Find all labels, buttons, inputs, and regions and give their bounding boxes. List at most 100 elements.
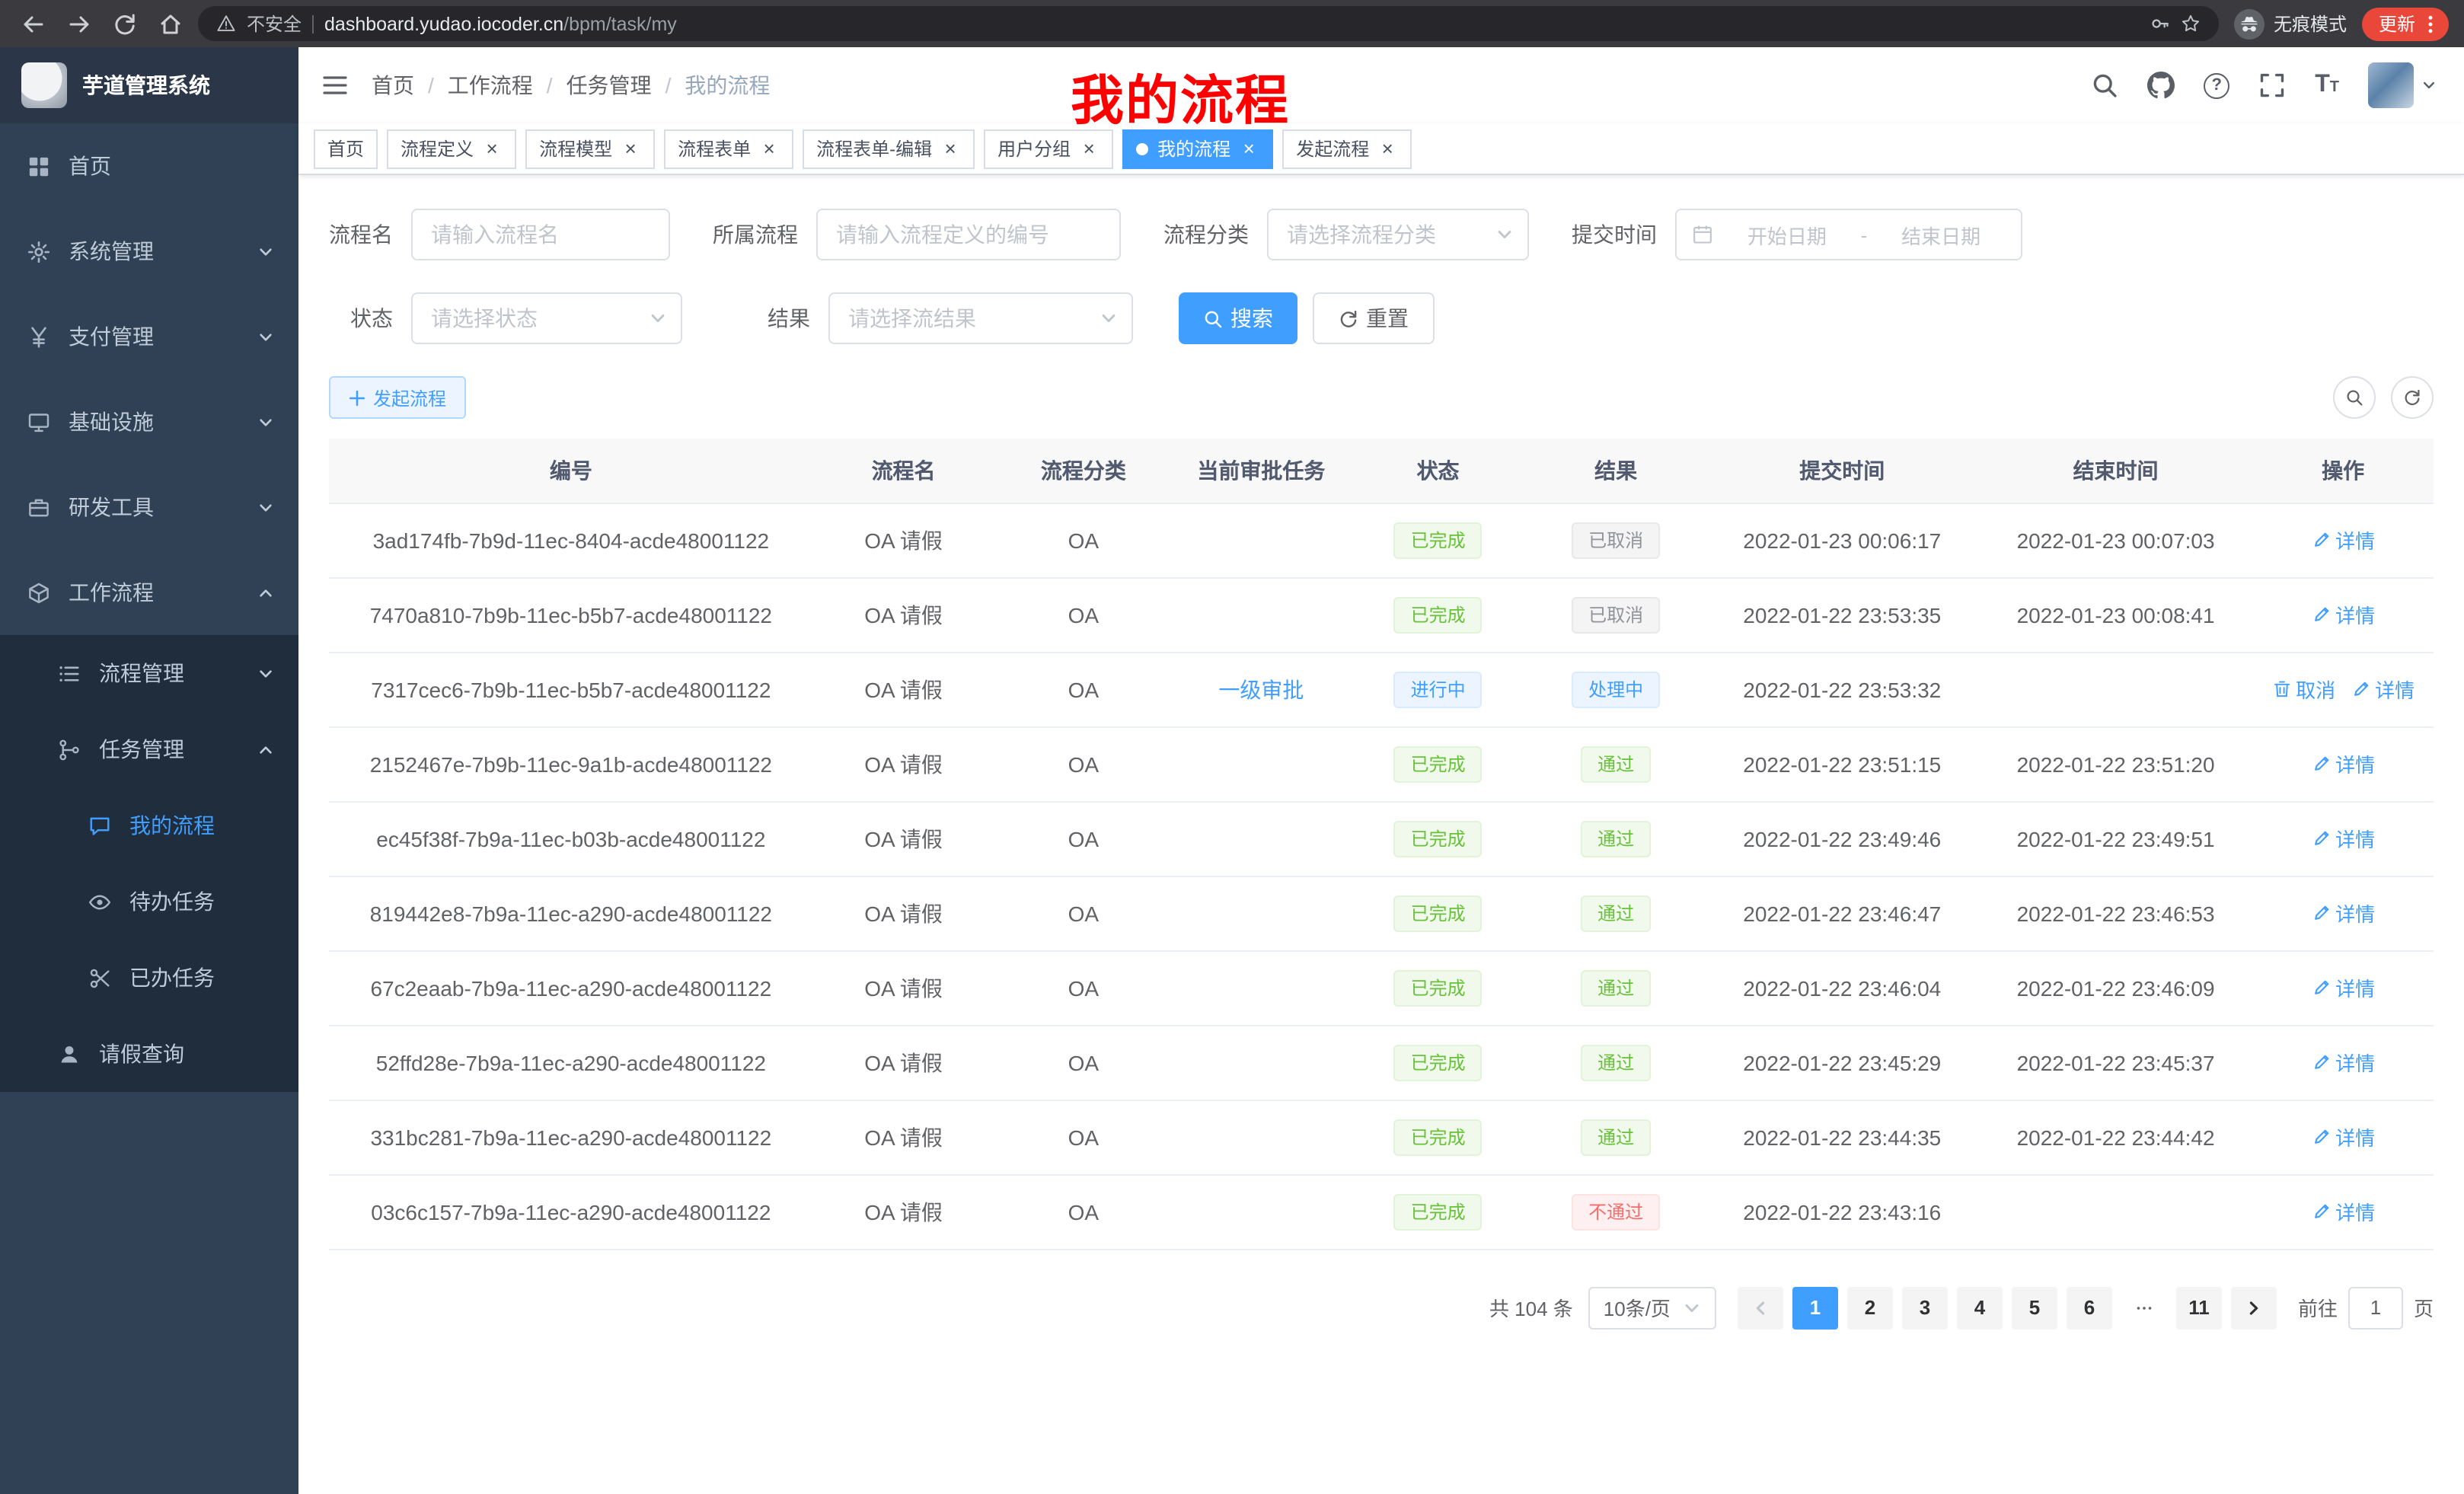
- create-process-button[interactable]: 发起流程: [329, 376, 466, 419]
- search-icon[interactable]: [2091, 72, 2118, 99]
- detail-link[interactable]: 详情: [2311, 600, 2375, 629]
- action-label: 详情: [2335, 824, 2375, 853]
- bookmark-star-icon[interactable]: [2181, 14, 2201, 34]
- hamburger-icon[interactable]: [298, 72, 372, 99]
- page-button[interactable]: 2: [1847, 1286, 1893, 1329]
- sidebar-item[interactable]: 我的流程: [0, 787, 298, 864]
- detail-link[interactable]: 详情: [2311, 749, 2375, 778]
- edit-icon: [2351, 679, 2370, 699]
- cell-category: OA: [994, 1025, 1173, 1100]
- avatar[interactable]: [2368, 62, 2414, 108]
- sidebar-item[interactable]: 基础设施: [0, 379, 298, 464]
- user-menu[interactable]: [2368, 62, 2437, 108]
- sidebar-item[interactable]: 首页: [0, 123, 298, 209]
- search-icon: [1203, 308, 1223, 328]
- github-icon[interactable]: [2147, 72, 2175, 99]
- font-size-icon[interactable]: [2315, 73, 2339, 97]
- view-tab[interactable]: 发起流程×: [1282, 129, 1412, 168]
- page-button[interactable]: 1: [1792, 1286, 1838, 1329]
- column-header: 编号: [329, 439, 813, 503]
- view-tab[interactable]: 首页: [314, 129, 378, 168]
- column-header: 流程名: [813, 439, 994, 503]
- page-button[interactable]: 11: [2176, 1286, 2222, 1329]
- plus-icon: [349, 389, 365, 406]
- detail-link[interactable]: 详情: [2311, 973, 2375, 1002]
- close-icon[interactable]: ×: [1377, 138, 1398, 159]
- cell-submit-time: 2022-01-22 23:53:32: [1706, 652, 1979, 726]
- right-tools: [2333, 376, 2434, 419]
- view-tab[interactable]: 流程模型×: [525, 129, 655, 168]
- reload-icon[interactable]: [107, 5, 143, 42]
- sidebar-item[interactable]: 系统管理: [0, 209, 298, 294]
- update-button[interactable]: 更新: [2362, 7, 2449, 40]
- kebab-menu-icon[interactable]: [2420, 13, 2441, 34]
- next-page-button[interactable]: [2231, 1286, 2277, 1329]
- back-icon[interactable]: [15, 5, 52, 42]
- sidebar-item[interactable]: 请假查询: [0, 1016, 298, 1092]
- sidebar-item[interactable]: 研发工具: [0, 464, 298, 550]
- sidebar-item[interactable]: 工作流程: [0, 550, 298, 635]
- page-button[interactable]: 5: [2012, 1286, 2057, 1329]
- status-tag: 已完成: [1394, 969, 1483, 1006]
- breadcrumb-item[interactable]: 首页: [372, 70, 414, 101]
- close-icon[interactable]: ×: [758, 138, 780, 159]
- breadcrumb-item[interactable]: 工作流程: [448, 70, 533, 101]
- detail-link[interactable]: 详情: [2351, 675, 2415, 704]
- forward-icon[interactable]: [61, 5, 97, 42]
- current-task-link[interactable]: 一级审批: [1218, 677, 1304, 701]
- submit-time-range-picker[interactable]: 开始日期 - 结束日期: [1675, 209, 2022, 260]
- goto-page-input[interactable]: [2348, 1286, 2403, 1329]
- view-tab[interactable]: 流程表单-编辑×: [803, 129, 975, 168]
- detail-link[interactable]: 详情: [2311, 1048, 2375, 1077]
- result-select[interactable]: 请选择流结果: [828, 292, 1133, 344]
- breadcrumb-item[interactable]: 任务管理: [567, 70, 652, 101]
- page-size-select[interactable]: 10条/页: [1588, 1286, 1716, 1329]
- refresh-table-button[interactable]: [2391, 376, 2434, 419]
- status-select[interactable]: 请选择状态: [411, 292, 682, 344]
- page-button[interactable]: 4: [1957, 1286, 2003, 1329]
- close-icon[interactable]: ×: [1078, 138, 1100, 159]
- result-tag: 不通过: [1572, 1193, 1660, 1230]
- close-icon[interactable]: ×: [940, 138, 961, 159]
- page-button[interactable]: 3: [1902, 1286, 1948, 1329]
- page-button[interactable]: 6: [2067, 1286, 2112, 1329]
- process-def-input[interactable]: [816, 209, 1121, 260]
- browser-home-icon[interactable]: [152, 5, 189, 42]
- reset-button[interactable]: 重置: [1313, 292, 1435, 344]
- cell-submit-time: 2022-01-22 23:51:15: [1706, 726, 1979, 801]
- help-icon[interactable]: [2204, 72, 2229, 98]
- category-select[interactable]: 请选择流程分类: [1267, 209, 1529, 260]
- action-label: 详情: [2335, 1122, 2375, 1151]
- app-logo[interactable]: 芋道管理系统: [0, 47, 298, 123]
- search-button[interactable]: 搜索: [1179, 292, 1297, 344]
- cell-current-task: [1173, 577, 1349, 652]
- detail-link[interactable]: 详情: [2311, 525, 2375, 554]
- detail-link[interactable]: 详情: [2311, 1197, 2375, 1226]
- detail-link[interactable]: 详情: [2311, 899, 2375, 927]
- sidebar-item[interactable]: 待办任务: [0, 864, 298, 940]
- sidebar-item[interactable]: 支付管理: [0, 294, 298, 379]
- password-key-icon[interactable]: [2150, 14, 2170, 34]
- filter-status: 状态 请选择状态: [329, 292, 682, 344]
- sidebar-item[interactable]: 已办任务: [0, 940, 298, 1016]
- fullscreen-icon[interactable]: [2258, 72, 2286, 99]
- status-tag: 已完成: [1394, 1044, 1483, 1081]
- process-name-input[interactable]: [411, 209, 670, 260]
- view-tab[interactable]: 流程定义×: [387, 129, 516, 168]
- breadcrumb: 首页/工作流程/任务管理/我的流程: [372, 70, 770, 101]
- detail-link[interactable]: 详情: [2311, 1122, 2375, 1151]
- close-icon[interactable]: ×: [620, 138, 641, 159]
- sidebar-item[interactable]: 流程管理: [0, 635, 298, 711]
- cell-result: 通过: [1527, 1025, 1706, 1100]
- prev-page-button[interactable]: [1738, 1286, 1783, 1329]
- address-bar[interactable]: 不安全 dashboard.yudao.iocoder.cn/bpm/task/…: [198, 6, 2219, 41]
- cancel-link[interactable]: 取消: [2271, 675, 2335, 704]
- close-icon[interactable]: ×: [1238, 138, 1259, 159]
- show-search-button[interactable]: [2333, 376, 2376, 419]
- detail-link[interactable]: 详情: [2311, 824, 2375, 853]
- sidebar-item[interactable]: 任务管理: [0, 711, 298, 787]
- view-tab[interactable]: 流程表单×: [664, 129, 793, 168]
- cell-category: OA: [994, 577, 1173, 652]
- close-icon[interactable]: ×: [481, 138, 503, 159]
- more-pages-button[interactable]: [2121, 1286, 2167, 1329]
